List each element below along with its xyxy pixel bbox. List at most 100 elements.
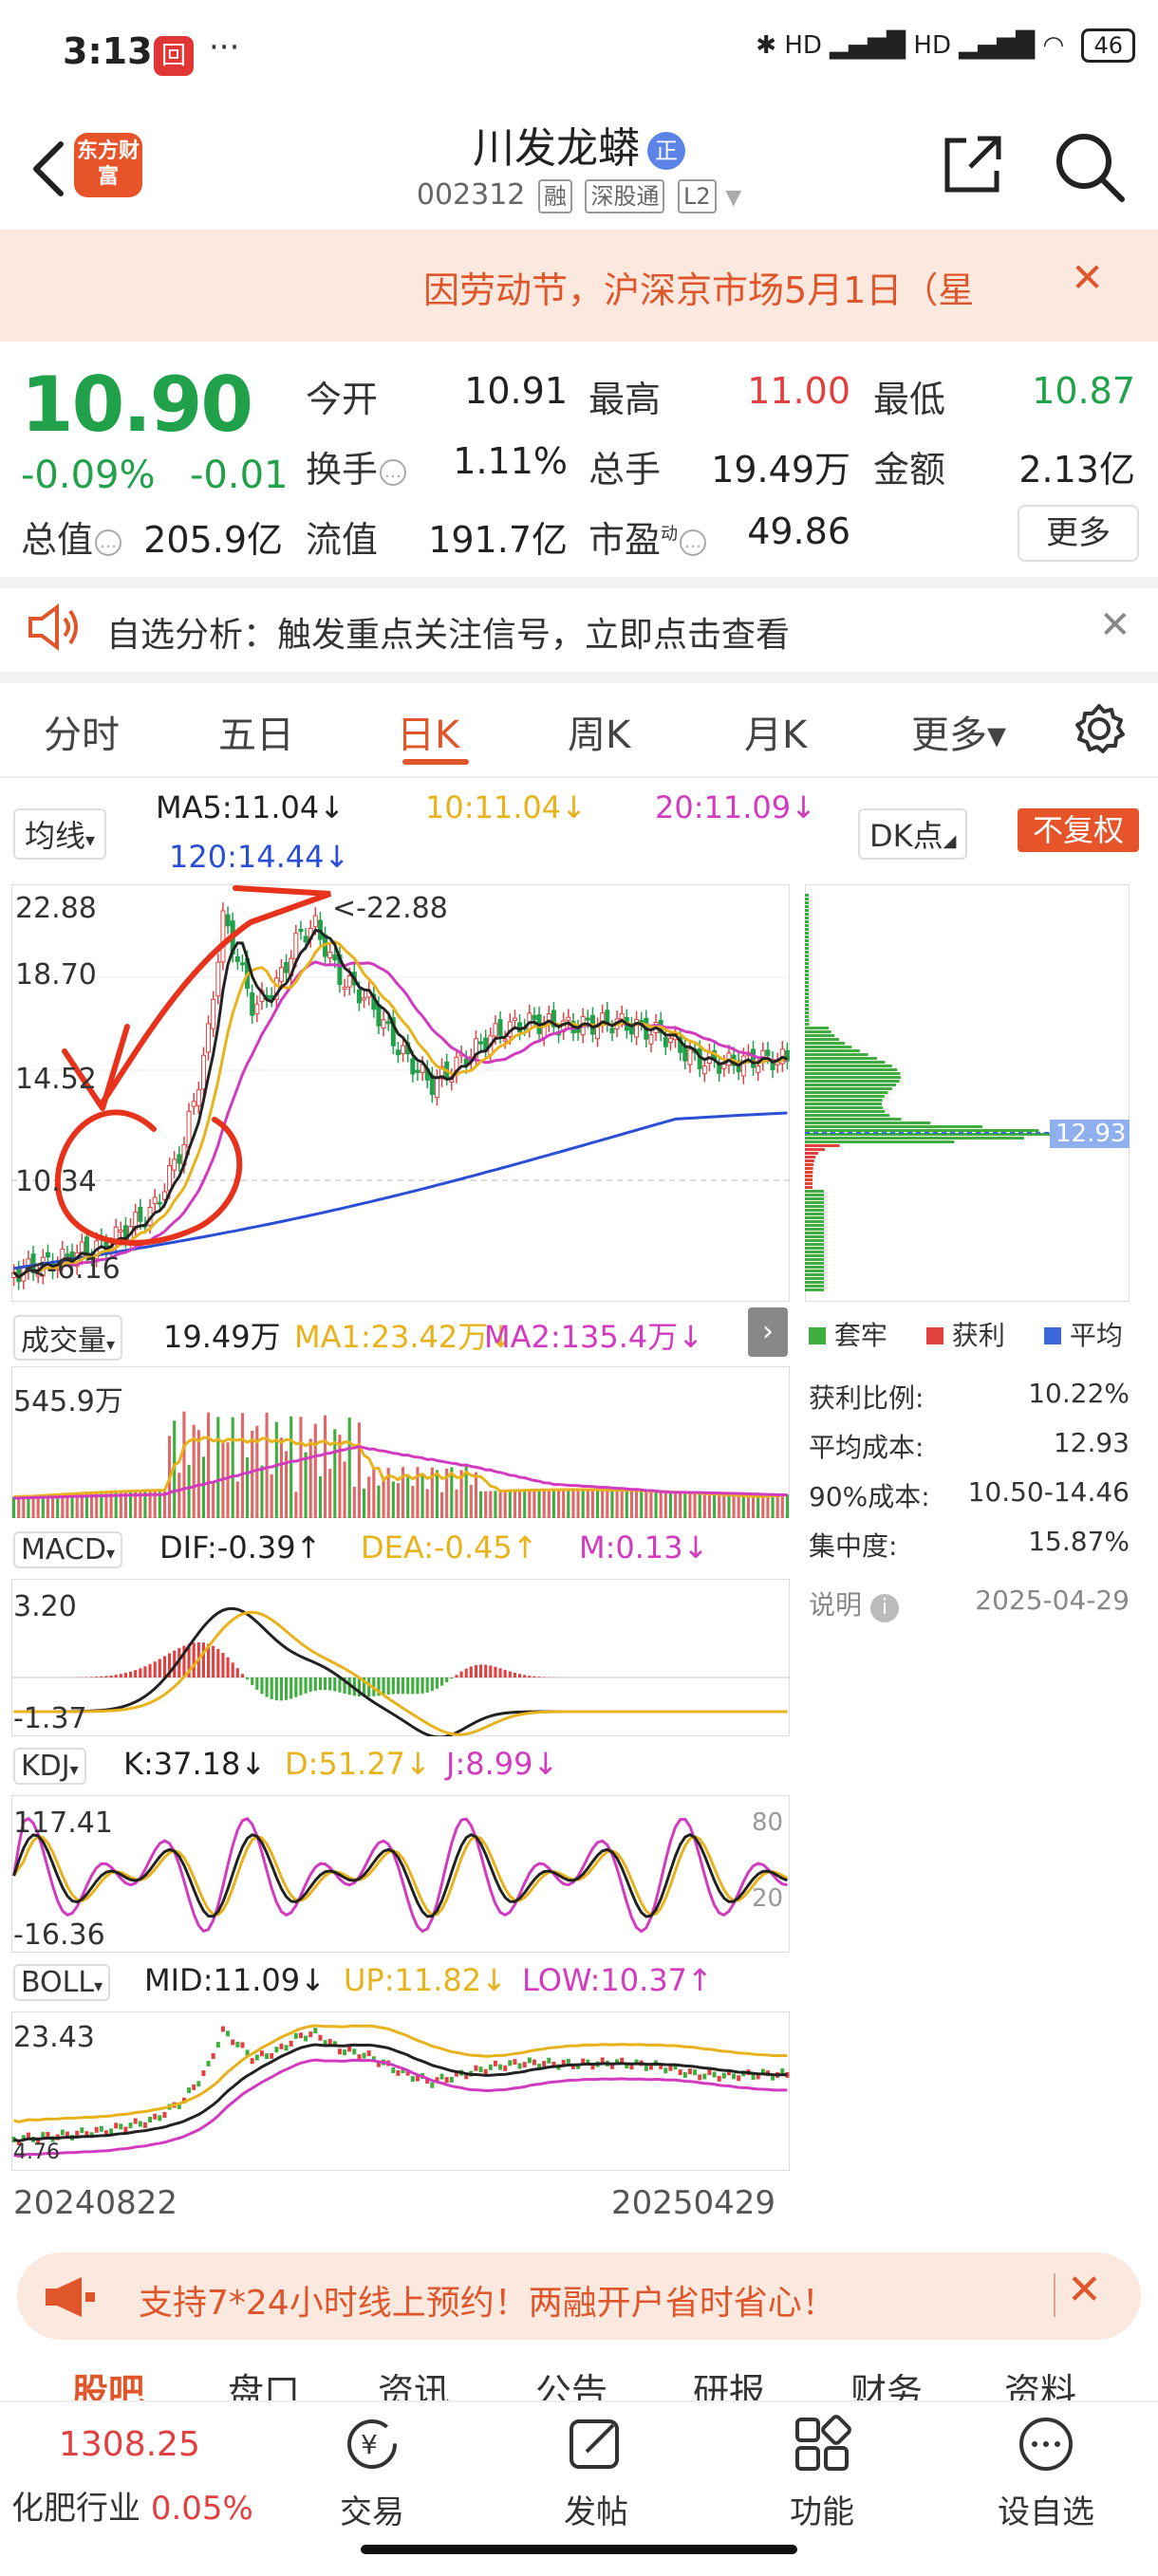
tab-intraday[interactable]: 分时: [44, 704, 120, 759]
macd-dif: DIF:-0.39↑: [159, 1529, 321, 1566]
stock-name: 川发龙蟒: [473, 124, 640, 173]
amount-value: 2.13亿: [987, 440, 1135, 492]
divider: [0, 672, 1158, 683]
volume-chart: [11, 1366, 790, 1518]
boll-mid: MID:11.09↓: [144, 1962, 326, 1998]
boll-y-top: 23.43: [13, 2021, 95, 2054]
home-indicator: [361, 2545, 797, 2554]
expand-arrow-icon[interactable]: ›: [748, 1307, 788, 1357]
signal-icon: HD ▂▄▆█ HD ▂▄▆█: [784, 31, 1035, 60]
ma5-label: MA5:11.04↓: [156, 789, 345, 825]
info-icon[interactable]: …: [95, 529, 121, 556]
avg-cost-marker: 12.93: [1055, 1120, 1126, 1148]
boll-chart: [11, 2011, 790, 2171]
close-icon[interactable]: ✕: [1099, 603, 1131, 647]
functions-icon[interactable]: [792, 2414, 852, 2478]
tab-more[interactable]: 更多▾: [911, 704, 1006, 759]
search-button[interactable]: [1052, 129, 1128, 205]
current-price: 10.90: [21, 361, 252, 449]
low-value: 10.87: [987, 370, 1135, 412]
nav-add-watchlist[interactable]: 设自选: [987, 2486, 1105, 2532]
battery-icon: 46: [1081, 28, 1135, 63]
kdj-y-bottom: -16.36: [13, 1918, 105, 1952]
adjust-mode-button[interactable]: 不复权: [1018, 808, 1139, 852]
y-tick: 18.70: [15, 958, 97, 991]
high-marker: <-22.88: [332, 892, 448, 925]
date-end: 20250429: [611, 2184, 775, 2222]
svg-text:¥: ¥: [361, 2429, 378, 2460]
kdj-chart: [11, 1795, 790, 1953]
volume-ma2: MA2:135.4万↓: [484, 1313, 703, 1357]
info-icon[interactable]: …: [380, 459, 406, 486]
industry-name[interactable]: 化肥行业 0.05%: [11, 2482, 253, 2529]
volume-ma1: MA1:23.42万↓: [294, 1313, 514, 1357]
macd-m: M:0.13↓: [579, 1529, 708, 1566]
divider: [0, 577, 1158, 588]
boll-low: LOW:10.37↑: [522, 1962, 713, 1998]
volume-indicator-select[interactable]: 成交量▾: [13, 1315, 122, 1361]
change-amount: -0.01: [190, 454, 289, 497]
more-notifications-icon: ···: [209, 28, 239, 66]
tab-daily-k[interactable]: 日K: [397, 704, 459, 759]
y-tick: 22.88: [15, 892, 97, 925]
megaphone-icon: [42, 2275, 99, 2323]
close-icon[interactable]: ✕: [1071, 254, 1104, 301]
info-icon: i: [870, 1594, 899, 1622]
low-marker: <-6.16: [23, 1252, 121, 1286]
kdj-d: D:51.27↓: [285, 1746, 431, 1782]
mktcap-label: 总值…: [21, 510, 121, 563]
divider: [0, 776, 1158, 778]
y-tick: 14.52: [15, 1063, 97, 1096]
kdj-indicator-select[interactable]: KDJ▾: [13, 1748, 86, 1785]
status-indicators: ✱ HD ▂▄▆█ HD ▂▄▆█ ◠ 46: [756, 28, 1135, 63]
mktcap-value: 205.9亿: [133, 510, 283, 563]
volume-value: 19.49万: [163, 1313, 281, 1357]
tab-weekly-k[interactable]: 周K: [568, 704, 630, 759]
stat-label: 90%成本:: [809, 1476, 930, 1514]
stat-label: 平均成本:: [809, 1427, 924, 1465]
macd-indicator-select[interactable]: MACD▾: [13, 1531, 122, 1568]
chip-distribution-chart[interactable]: [805, 884, 1130, 1302]
kline-chart[interactable]: [11, 884, 790, 1302]
industry-index-value[interactable]: 1308.25: [59, 2425, 200, 2464]
nav-post[interactable]: 发帖: [539, 2486, 653, 2532]
notice-text: 因劳动节，沪深京市场5月1日（星: [423, 261, 974, 313]
nav-trade[interactable]: 交易: [315, 2486, 429, 2532]
stock-code: 002312: [417, 178, 526, 212]
chip-date: 2025-04-29: [949, 1585, 1130, 1616]
turnover-label: 换手…: [306, 440, 406, 492]
tab-monthly-k[interactable]: 月K: [744, 704, 807, 759]
speaker-icon: [25, 603, 82, 655]
indicator-select[interactable]: 均线▾: [13, 808, 106, 860]
post-icon[interactable]: [566, 2414, 626, 2478]
stat-value: 12.93: [959, 1427, 1130, 1458]
legend-trapped: 套牢: [809, 1315, 887, 1353]
macd-chart: [11, 1579, 790, 1736]
volume-value: 19.49万: [702, 440, 850, 492]
connect-tag: 深股通: [585, 179, 664, 213]
settings-button[interactable]: [1073, 702, 1126, 759]
share-button[interactable]: [940, 131, 1006, 197]
status-time: 3:13: [63, 30, 153, 72]
float-label: 流值: [306, 510, 378, 563]
high-label: 最高: [588, 370, 661, 422]
level2-tag: L2: [678, 179, 717, 213]
pe-label: 市盈动…: [588, 510, 706, 563]
zheng-badge: 正: [647, 132, 685, 170]
stat-value: 15.87%: [959, 1526, 1130, 1557]
change-percent: -0.09%: [21, 454, 156, 497]
legend-average: 平均: [1044, 1315, 1123, 1353]
analysis-text[interactable]: 自选分析：触发重点关注信号，立即点击查看: [106, 607, 790, 657]
more-button[interactable]: 更多: [1018, 505, 1139, 562]
nav-functions[interactable]: 功能: [765, 2486, 879, 2532]
boll-indicator-select[interactable]: BOLL▾: [13, 1964, 110, 2001]
add-watchlist-icon[interactable]: [1016, 2414, 1076, 2478]
legend-profit: 获利: [926, 1315, 1005, 1353]
trade-icon[interactable]: ¥: [340, 2414, 406, 2478]
dk-point-select[interactable]: DK点◢: [858, 808, 967, 860]
note-label[interactable]: 说明 i: [809, 1585, 899, 1622]
tab-five-day[interactable]: 五日: [218, 704, 294, 759]
ma120-label: 120:14.44↓: [169, 839, 349, 875]
boll-y-bottom: 4.76: [13, 2140, 60, 2164]
close-icon[interactable]: ✕: [1067, 2266, 1102, 2314]
